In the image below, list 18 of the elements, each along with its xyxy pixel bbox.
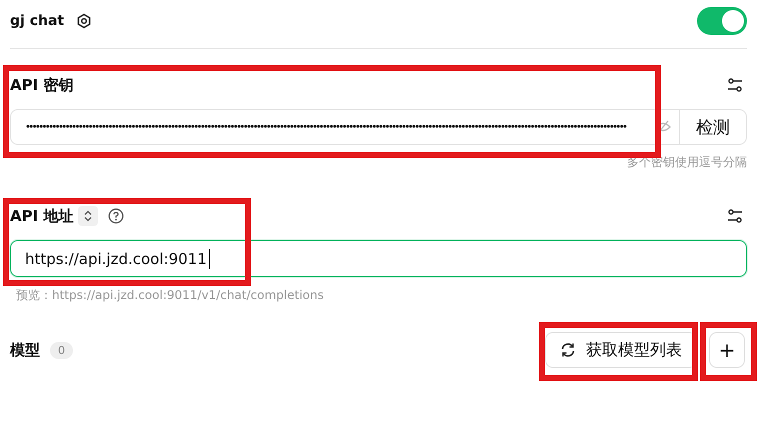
section-label: API 地址	[10, 206, 74, 226]
count-badge: 0	[50, 342, 73, 358]
toggle-switch[interactable]	[697, 7, 747, 35]
refresh-icon	[560, 342, 576, 358]
sliders-icon[interactable]	[727, 208, 743, 224]
section-label: API 密钥	[10, 76, 74, 94]
check-button[interactable]: 检测	[680, 109, 747, 145]
help-icon[interactable]	[108, 208, 124, 224]
section-label: 模型	[10, 340, 40, 360]
highlight-box	[700, 322, 757, 381]
password-field[interactable]: ••••••••••••••••••••••••••••••••••••••••••••••••••••••••••••••••••••••••••••••••••••••••••••••••••••••••••••••••••••••••••••••••••••••••••••••••••••••••••••••••••••••••••••••••••••••	[10, 109, 680, 145]
url-field[interactable]: https://api.jzd.cool:9011	[10, 240, 747, 277]
chevron-up-down-icon[interactable]	[78, 206, 98, 226]
settings-icon[interactable]	[76, 13, 92, 29]
add-button[interactable]: +	[709, 332, 745, 368]
preview-text: 预览：https://api.jzd.cool:9011/v1/chat/completions	[16, 287, 325, 304]
sliders-icon[interactable]	[727, 77, 743, 93]
provider-name: gj chat	[10, 13, 64, 29]
